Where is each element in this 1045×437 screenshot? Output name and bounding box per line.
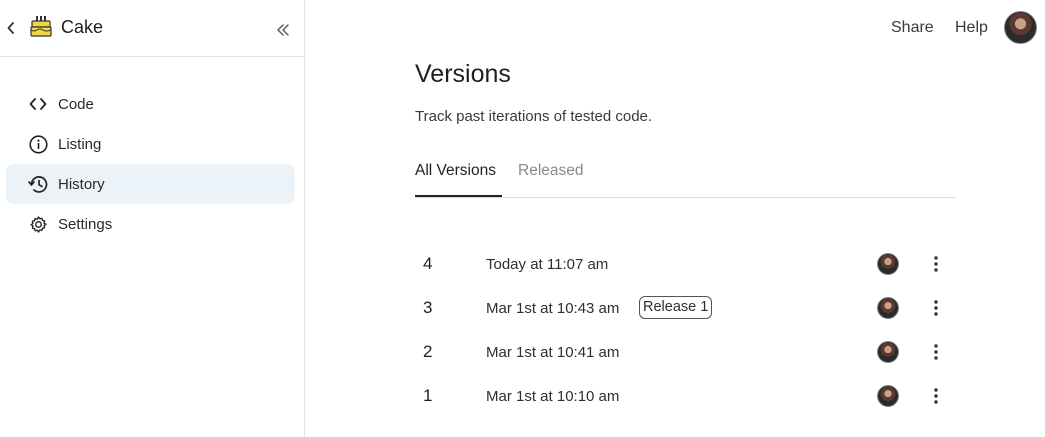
app-title: Cake bbox=[61, 17, 104, 37]
tab-released[interactable]: Released bbox=[518, 162, 584, 180]
version-row[interactable]: 1 Mar 1st at 10:10 am bbox=[415, 374, 956, 418]
version-row[interactable]: 3 Mar 1st at 10:43 am Release 1 bbox=[415, 286, 956, 330]
active-tab-indicator bbox=[415, 195, 502, 197]
version-row[interactable]: 4 Today at 11:07 am bbox=[415, 242, 956, 286]
collapse-sidebar-button[interactable] bbox=[273, 20, 293, 40]
version-number: 3 bbox=[423, 298, 433, 317]
version-date: Mar 1st at 10:10 am bbox=[486, 388, 620, 405]
version-number: 2 bbox=[423, 342, 433, 361]
share-link[interactable]: Share bbox=[891, 19, 934, 37]
more-options-button[interactable] bbox=[928, 254, 944, 274]
more-options-button[interactable] bbox=[928, 298, 944, 318]
double-chevron-left-icon bbox=[277, 24, 289, 36]
versions-list: 4 Today at 11:07 am 3 Mar 1st at 10:43 a… bbox=[415, 242, 956, 418]
page-subtitle: Track past iterations of tested code. bbox=[415, 108, 653, 125]
history-icon bbox=[28, 174, 48, 194]
info-icon bbox=[28, 134, 48, 154]
author-avatar bbox=[877, 253, 899, 275]
tab-all-versions[interactable]: All Versions bbox=[415, 162, 496, 180]
kebab-menu-icon bbox=[934, 256, 938, 272]
sidebar-header: Cake bbox=[0, 0, 304, 57]
version-date: Mar 1st at 10:43 am bbox=[486, 300, 620, 317]
version-number: 4 bbox=[423, 254, 433, 273]
user-avatar[interactable] bbox=[1004, 11, 1037, 44]
code-icon bbox=[28, 94, 48, 114]
author-avatar bbox=[877, 297, 899, 319]
sidebar-item-label: Settings bbox=[58, 215, 113, 233]
sidebar-item-code[interactable]: Code bbox=[6, 84, 295, 124]
gear-icon bbox=[28, 214, 48, 234]
sidebar-item-history[interactable]: History bbox=[6, 164, 295, 204]
version-date: Today at 11:07 am bbox=[486, 256, 609, 273]
kebab-menu-icon bbox=[934, 300, 938, 316]
back-button[interactable] bbox=[4, 18, 18, 38]
author-avatar bbox=[877, 385, 899, 407]
sidebar-item-label: Listing bbox=[58, 135, 102, 153]
author-avatar bbox=[877, 341, 899, 363]
version-tabs: All Versions Released bbox=[415, 152, 956, 198]
version-number: 1 bbox=[423, 386, 433, 405]
release-badge: Release 1 bbox=[639, 296, 713, 319]
sidebar: Cake Code Listing History Settings bbox=[0, 0, 305, 437]
kebab-menu-icon bbox=[934, 388, 938, 404]
sidebar-item-settings[interactable]: Settings bbox=[6, 204, 295, 244]
app-window: Cake Code Listing History Settings Share… bbox=[0, 0, 1045, 437]
sidebar-item-label: History bbox=[58, 175, 105, 193]
page-title: Versions bbox=[415, 60, 511, 88]
cake-icon bbox=[30, 16, 52, 37]
version-row[interactable]: 2 Mar 1st at 10:41 am bbox=[415, 330, 956, 374]
sidebar-item-listing[interactable]: Listing bbox=[6, 124, 295, 164]
help-link[interactable]: Help bbox=[955, 19, 988, 37]
sidebar-nav: Code Listing History Settings bbox=[6, 84, 295, 244]
sidebar-item-label: Code bbox=[58, 95, 94, 113]
version-date: Mar 1st at 10:41 am bbox=[486, 344, 620, 361]
kebab-menu-icon bbox=[934, 344, 938, 360]
more-options-button[interactable] bbox=[928, 342, 944, 362]
chevron-left-icon bbox=[7, 22, 14, 34]
more-options-button[interactable] bbox=[928, 386, 944, 406]
